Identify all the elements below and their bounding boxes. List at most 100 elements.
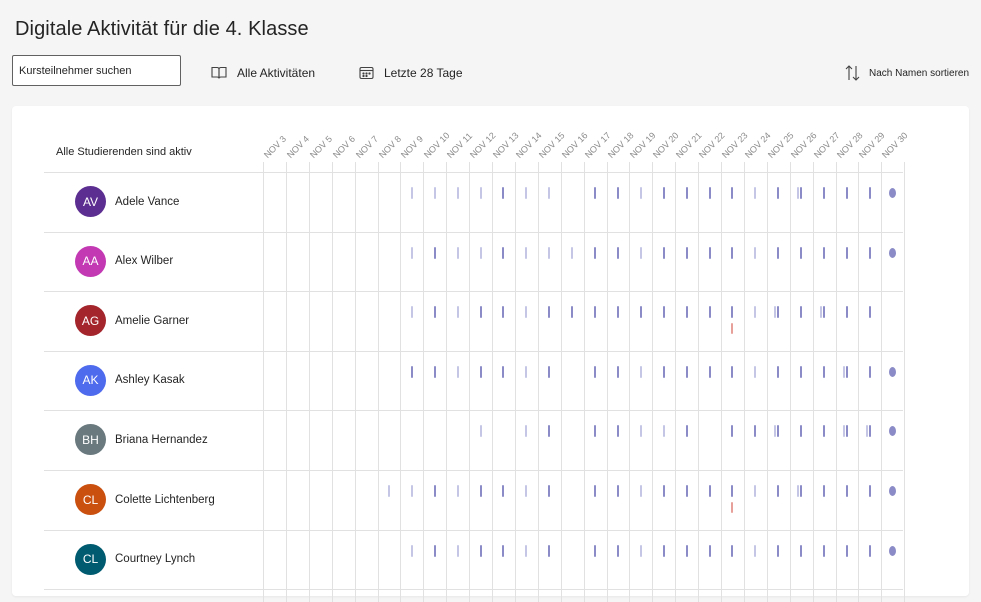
activity-grid: NOV 3 NOV 4 NOV 5 NOV 6 NOV 7 NOV 8 NOV 9 NOV 1… <box>12 106 969 602</box>
activity-mark <box>456 187 459 199</box>
activity-mark <box>754 425 757 438</box>
activity-mark <box>616 306 619 319</box>
grid-column-line <box>904 162 906 602</box>
grid-column-line <box>537 162 539 602</box>
grid-column-line <box>331 162 333 602</box>
student-row[interactable]: AG Amelie Garner <box>75 305 189 337</box>
activity-dot <box>889 188 897 198</box>
activity-mark <box>594 187 597 199</box>
student-row[interactable]: AK Ashley Kasak <box>75 364 185 396</box>
student-row[interactable]: CL Colette Lichtenberg <box>75 484 215 515</box>
grid-column-line <box>858 162 860 602</box>
grid-column-line <box>721 162 722 602</box>
activity-mark <box>685 425 688 438</box>
all-activities-button[interactable]: Alle Aktivitäten <box>211 66 315 80</box>
activity-mark <box>800 187 803 199</box>
grid-column-line <box>514 162 516 602</box>
activity-mark <box>639 425 642 438</box>
grid-row-line <box>44 350 903 352</box>
activity-mark <box>845 187 848 199</box>
activity-mark <box>685 544 688 557</box>
student-row[interactable]: AA Alex Wilber <box>75 245 174 277</box>
grid-column-line <box>743 162 745 602</box>
activity-mark <box>410 365 413 378</box>
activity-mark <box>387 485 390 497</box>
activity-mark <box>777 544 780 557</box>
grid-column-line <box>766 162 768 602</box>
activity-dot <box>889 366 897 377</box>
activity-mark <box>639 187 642 199</box>
activity-mark <box>797 485 800 497</box>
activity-mark <box>754 485 757 497</box>
activity-mark <box>502 365 505 378</box>
grid-row-line <box>44 410 903 412</box>
activity-mark <box>433 485 436 497</box>
activity-mark <box>433 306 436 319</box>
activity-mark <box>616 187 619 199</box>
date-range-label: Letzte 28 Tage <box>384 66 463 80</box>
page-title: Digitale Aktivität für die 4. Klasse <box>15 18 309 40</box>
activity-mark <box>820 306 823 319</box>
student-row[interactable]: AV Adele Vance <box>75 186 179 217</box>
activity-mark <box>842 365 845 378</box>
activity-mark <box>731 544 734 557</box>
activity-mark <box>685 306 688 319</box>
sort-by-name-button[interactable]: Nach Namen sortieren <box>845 64 969 82</box>
sort-by-name-label: Nach Namen sortieren <box>869 67 970 79</box>
activity-mark <box>479 306 482 319</box>
alert-mark <box>731 323 734 335</box>
grid-column-line <box>583 162 585 602</box>
activity-dot <box>889 426 897 437</box>
grid-column-line <box>652 162 654 602</box>
activity-mark <box>548 425 551 438</box>
activity-mark <box>594 485 597 497</box>
activity-mark <box>800 425 803 438</box>
student-name: Ashley Kasak <box>115 374 185 387</box>
activity-mark <box>777 365 780 378</box>
activity-mark <box>456 544 459 557</box>
grid-column-line <box>560 162 562 602</box>
activity-mark <box>548 485 551 497</box>
activity-mark <box>456 246 459 259</box>
grid-row-line <box>44 172 903 173</box>
date-range-button[interactable]: Letzte 28 Tage <box>359 66 463 80</box>
grid-column-line <box>835 162 837 602</box>
activity-mark <box>479 187 482 199</box>
grid-column-line <box>629 162 631 602</box>
alert-mark <box>731 502 734 513</box>
activity-mark <box>410 306 413 319</box>
student-row[interactable]: CL Courtney Lynch <box>75 543 195 575</box>
activity-mark <box>479 246 482 259</box>
activity-mark <box>662 544 665 557</box>
activity-mark <box>525 544 528 557</box>
activity-mark <box>800 485 803 497</box>
grid-column-line <box>423 162 425 602</box>
grid-column-line <box>789 162 791 602</box>
activity-mark <box>754 365 757 378</box>
activity-mark <box>456 306 459 319</box>
activity-mark <box>797 187 800 199</box>
search-input[interactable] <box>12 55 181 86</box>
activity-mark <box>525 306 528 319</box>
student-name: Alex Wilber <box>115 255 174 268</box>
activity-dot <box>889 545 897 556</box>
calendar-icon <box>359 66 374 80</box>
grid-column-line <box>469 162 471 602</box>
activity-mark <box>868 306 871 319</box>
activity-mark <box>708 306 711 319</box>
avatar: CL <box>75 484 106 515</box>
activity-mark <box>594 425 597 438</box>
activity-mark <box>594 246 597 259</box>
activity-mark <box>594 306 597 319</box>
activity-mark <box>777 425 780 438</box>
student-row[interactable]: BH Briana Hernandez <box>75 424 208 456</box>
activity-dot <box>889 486 897 496</box>
activity-mark <box>639 485 642 497</box>
activity-mark <box>433 365 436 378</box>
grid-row-line <box>44 291 903 293</box>
avatar: AK <box>75 364 106 396</box>
activity-mark <box>777 485 780 497</box>
grid-row-line <box>44 470 903 471</box>
grid-column-line <box>354 162 356 602</box>
grid-column-line <box>377 162 379 602</box>
